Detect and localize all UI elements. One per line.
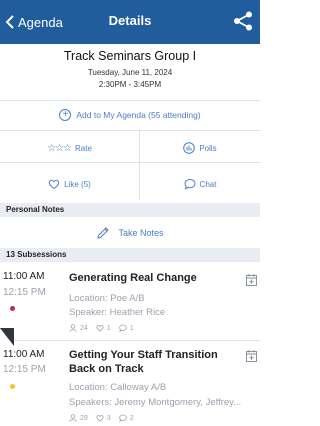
- subsession-speaker: Speaker: Heather Rice: [69, 307, 166, 318]
- attendee-count-value: 29: [80, 414, 88, 422]
- divider: [0, 130, 260, 131]
- add-to-agenda-button[interactable]: + Add to My Agenda (55 attending): [0, 101, 260, 129]
- like-button[interactable]: Like (5): [0, 170, 139, 198]
- person-icon: [69, 414, 77, 422]
- star-icon: ☆☆☆: [47, 142, 72, 154]
- cursor-pointer: [0, 328, 14, 346]
- subsession-speaker: Speakers: Jeremy Montgomery, Jeffrey...: [69, 397, 242, 408]
- heart-icon: [48, 179, 60, 190]
- calendar-add-icon[interactable]: [246, 274, 257, 286]
- polls-label: Polls: [199, 143, 217, 153]
- rate-label: Rate: [75, 143, 92, 153]
- take-notes-label: Take Notes: [118, 228, 164, 238]
- plus-circle-icon: +: [59, 109, 72, 121]
- end-time: 12:15 PM: [3, 287, 46, 298]
- attendee-count: 24: [69, 324, 88, 332]
- calendar-add-icon[interactable]: [246, 350, 257, 362]
- page-title: Details: [108, 13, 152, 28]
- start-time: 11:00 AM: [3, 349, 45, 360]
- nav-bar: Agenda Details: [0, 0, 260, 44]
- subsession-location: Location: Calloway A/B: [69, 382, 167, 393]
- personal-notes-header: Personal Notes: [0, 203, 260, 217]
- like-count-value: 1: [106, 324, 111, 332]
- comment-count-value: 2: [129, 414, 134, 422]
- polls-button[interactable]: Polls: [140, 134, 260, 162]
- like-count: 1: [96, 324, 111, 332]
- subsessions-header: 13 Subsessions: [0, 248, 260, 262]
- divider: [0, 162, 260, 163]
- pencil-icon: [97, 227, 110, 239]
- heart-icon: [96, 325, 104, 332]
- like-count: 3: [96, 414, 111, 422]
- end-time: 12:15 PM: [3, 364, 46, 375]
- session-title: Track Seminars Group I: [63, 49, 197, 63]
- like-count-value: 3: [106, 414, 111, 422]
- session-time: 2:30PM - 3:45PM: [98, 80, 162, 89]
- chat-button[interactable]: Chat: [140, 170, 260, 198]
- like-label: Like (5): [64, 179, 91, 189]
- take-notes-button[interactable]: Take Notes: [0, 220, 260, 246]
- track-color-dot: [10, 306, 15, 311]
- subsession-location: Location: Poe A/B: [69, 293, 145, 304]
- subsession-stats: 29 3 2: [69, 414, 134, 422]
- chat-label: Chat: [199, 179, 217, 189]
- share-icon[interactable]: [232, 10, 254, 32]
- subsession-stats: 24 1 1: [69, 324, 134, 332]
- comment-count: 2: [118, 414, 134, 422]
- subsession-item[interactable]: 11:00 AM 12:15 PM Getting Your Staff Tra…: [0, 341, 260, 426]
- heart-icon: [96, 415, 104, 422]
- subsession-title: Getting Your Staff Transition: [69, 349, 218, 361]
- subsession-title: Generating Real Change: [69, 272, 197, 284]
- rate-button[interactable]: ☆☆☆ Rate: [0, 134, 139, 162]
- chat-icon: [118, 324, 127, 332]
- session-header: Track Seminars Group I Tuesday, June 11,…: [0, 44, 260, 98]
- start-time: 11:00 AM: [3, 271, 45, 282]
- subsession-item[interactable]: 11:00 AM 12:15 PM Generating Real Change…: [0, 264, 260, 340]
- subsession-title-line2: Back on Track: [69, 363, 144, 375]
- chat-icon: [118, 414, 127, 422]
- session-date: Tuesday, June 11, 2024: [87, 68, 173, 77]
- track-color-dot: [10, 384, 15, 389]
- attendee-count: 29: [69, 414, 88, 422]
- chat-icon: [184, 178, 196, 190]
- poll-icon: [183, 142, 196, 154]
- attendee-count-value: 24: [80, 324, 88, 332]
- comment-count: 1: [118, 324, 134, 332]
- person-icon: [69, 324, 77, 332]
- add-to-agenda-label: Add to My Agenda (55 attending): [76, 110, 201, 120]
- comment-count-value: 1: [129, 324, 134, 332]
